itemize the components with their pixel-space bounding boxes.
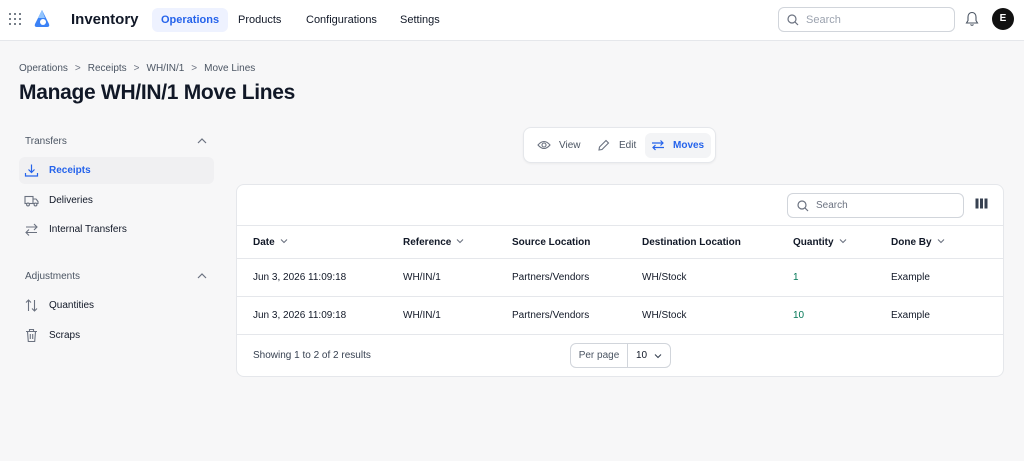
sidebar-group-adjustments: Adjustments <box>25 271 81 282</box>
chevron-right-icon: > <box>191 63 198 74</box>
app-name: Inventory <box>71 11 139 28</box>
arrows-left-right-icon <box>25 223 38 236</box>
sidebar-group-transfers: Transfers <box>25 136 67 147</box>
tab-edit[interactable]: Edit <box>591 133 641 158</box>
pagination-summary: Showing 1 to 2 of 2 results <box>253 350 371 361</box>
column-header-label: Reference <box>403 237 452 248</box>
app-logo-icon <box>34 10 50 27</box>
chevron-down-icon <box>839 239 846 244</box>
sidebar-item-receipts[interactable]: Receipts <box>19 157 214 184</box>
chevron-down-icon <box>654 354 662 359</box>
per-page-select: Per page 10 <box>570 343 671 368</box>
breadcrumb: Operations > Receipts > WH/IN/1 > Move Lines <box>19 63 255 74</box>
download-icon <box>24 164 39 177</box>
tab-edit-label: Edit <box>619 140 637 151</box>
sidebar-item-internal-transfers[interactable]: Internal Transfers <box>19 216 214 243</box>
cell-date: Jun 3, 2026 11:09:18 <box>253 272 347 283</box>
cell-quantity: 10 <box>793 310 805 321</box>
global-search-input[interactable] <box>806 11 946 28</box>
cell-date: Jun 3, 2026 11:09:18 <box>253 310 347 321</box>
pencil-icon <box>598 139 610 151</box>
table-search <box>787 193 964 218</box>
table-row: Jun 3, 2026 11:09:18 WH/IN/1 Partners/Ve… <box>237 259 1003 297</box>
table-row: Jun 3, 2026 11:09:18 WH/IN/1 Partners/Ve… <box>237 297 1003 335</box>
column-header-label: Quantity <box>793 237 834 248</box>
cell-source-location: Partners/Vendors <box>512 310 590 321</box>
cell-destination-location: WH/Stock <box>642 310 687 321</box>
column-header-source-location: Source Location <box>512 237 591 248</box>
table-header: Date Reference Source Location Destinati… <box>237 225 1003 259</box>
column-header-label: Done By <box>891 237 932 248</box>
search-icon <box>797 200 809 212</box>
per-page-dropdown[interactable]: 10 <box>628 344 670 367</box>
breadcrumb-operations[interactable]: Operations <box>19 63 68 74</box>
arrows-up-down-icon <box>25 299 38 312</box>
cell-source-location: Partners/Vendors <box>512 272 590 283</box>
cell-reference: WH/IN/1 <box>403 310 441 321</box>
tab-moves-label: Moves <box>673 140 705 151</box>
apps-grid-icon[interactable] <box>9 13 21 25</box>
breadcrumb-receipts[interactable]: Receipts <box>88 63 127 74</box>
cell-done-by: Example <box>891 310 930 321</box>
cell-done-by: Example <box>891 272 930 283</box>
nav-configurations[interactable]: Configurations <box>297 8 386 32</box>
user-avatar[interactable]: E <box>992 8 1014 30</box>
sidebar-item-label: Receipts <box>49 165 91 176</box>
chevron-right-icon: > <box>133 63 140 74</box>
sidebar-item-label: Internal Transfers <box>49 224 127 235</box>
swap-icon <box>652 140 664 151</box>
chevron-down-icon <box>456 239 464 244</box>
cell-reference: WH/IN/1 <box>403 272 441 283</box>
column-header-date[interactable]: Date <box>253 237 288 248</box>
move-lines-table-card: Date Reference Source Location Destinati… <box>236 184 1004 377</box>
breadcrumb-move-lines: Move Lines <box>204 63 256 74</box>
sidebar-item-label: Quantities <box>49 300 95 311</box>
chevron-up-icon[interactable] <box>197 272 207 280</box>
table-search-input[interactable] <box>816 197 956 214</box>
eye-icon <box>537 140 551 150</box>
truck-icon <box>24 195 39 207</box>
column-header-destination-location: Destination Location <box>642 237 741 248</box>
page-title: Manage WH/IN/1 Move Lines <box>19 81 296 104</box>
chevron-down-icon <box>280 239 288 244</box>
cell-quantity: 1 <box>793 272 799 283</box>
sidebar-item-scraps[interactable]: Scraps <box>19 322 214 349</box>
breadcrumb-wh-in-1[interactable]: WH/IN/1 <box>147 63 185 74</box>
view-switcher: View Edit Moves <box>523 127 716 163</box>
global-search <box>778 7 955 32</box>
nav-settings[interactable]: Settings <box>391 8 449 32</box>
chevron-up-icon[interactable] <box>197 137 207 145</box>
columns-icon[interactable] <box>975 198 988 209</box>
sidebar-item-label: Scraps <box>49 330 81 341</box>
per-page-value: 10 <box>636 350 648 361</box>
tab-view[interactable]: View <box>531 133 587 158</box>
tab-moves[interactable]: Moves <box>645 133 711 158</box>
sidebar-item-label: Deliveries <box>49 195 93 206</box>
sidebar-item-deliveries[interactable]: Deliveries <box>19 187 214 214</box>
column-header-reference[interactable]: Reference <box>403 237 464 248</box>
bell-icon[interactable] <box>965 11 979 27</box>
chevron-right-icon: > <box>74 63 81 74</box>
sidebar-item-quantities[interactable]: Quantities <box>19 292 214 319</box>
column-header-done-by[interactable]: Done By <box>891 237 945 248</box>
column-header-label: Date <box>253 237 275 248</box>
search-icon <box>787 14 799 26</box>
top-navbar: Inventory Operations Products Configurat… <box>0 0 1024 41</box>
nav-operations[interactable]: Operations <box>152 8 229 32</box>
chevron-down-icon <box>937 239 944 244</box>
cell-destination-location: WH/Stock <box>642 272 687 283</box>
nav-products[interactable]: Products <box>229 8 290 32</box>
tab-view-label: View <box>559 140 581 151</box>
trash-icon <box>26 328 37 343</box>
per-page-label: Per page <box>571 344 628 367</box>
column-header-quantity[interactable]: Quantity <box>793 237 847 248</box>
